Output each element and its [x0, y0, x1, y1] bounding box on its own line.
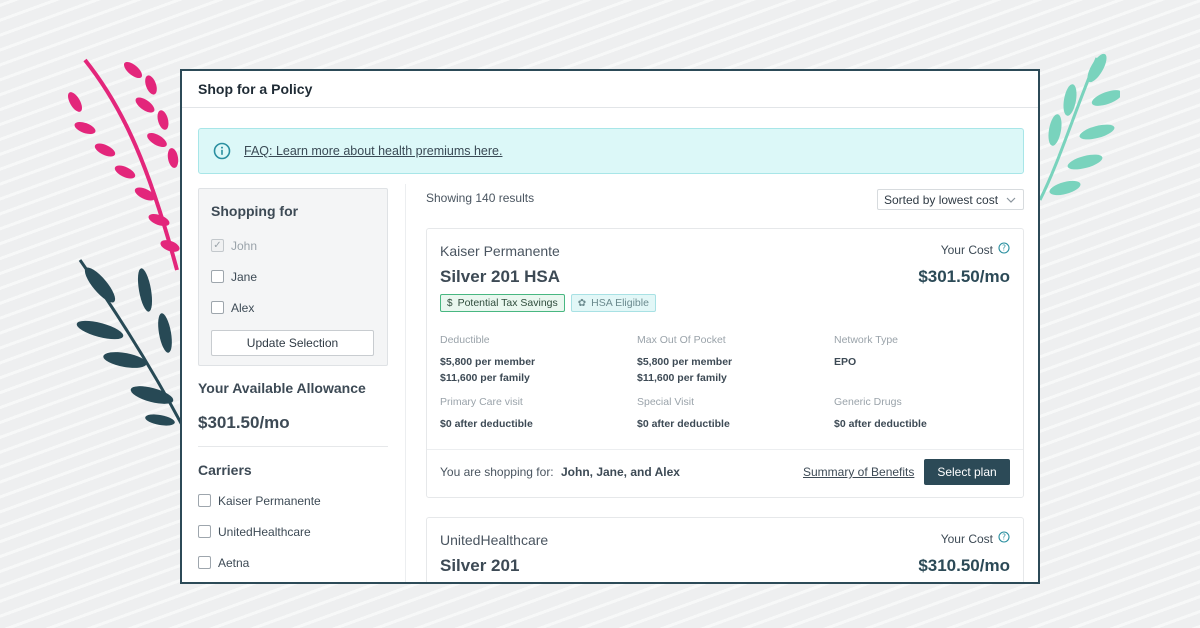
- carrier-filter-kaiser[interactable]: Kaiser Permanente: [198, 485, 321, 516]
- member-checkbox-john[interactable]: ✓: [211, 239, 224, 252]
- teal-branch-decoration: [1038, 53, 1120, 201]
- chevron-down-icon: [1006, 194, 1016, 208]
- plan-card: UnitedHealthcare Silver 201 Your Cost ? …: [426, 517, 1024, 582]
- member-row-jane[interactable]: Jane: [211, 261, 375, 292]
- member-label-john: John: [231, 238, 258, 253]
- carrier-label-aetna: Aetna: [218, 555, 250, 570]
- carrier-filter-aetna[interactable]: Aetna: [198, 547, 321, 578]
- plan-price: $301.50/mo: [918, 267, 1010, 286]
- update-selection-button[interactable]: Update Selection: [211, 330, 374, 356]
- tax-savings-label: Potential Tax Savings: [457, 297, 558, 309]
- member-row-john[interactable]: ✓ John: [211, 230, 375, 261]
- carriers-list: Kaiser Permanente UnitedHealthcare Aetna: [198, 485, 321, 578]
- tax-savings-badge: $ Potential Tax Savings: [440, 294, 565, 312]
- detail-deductible: Deductible $5,800 per member $11,600 per…: [440, 334, 620, 386]
- window-title: Shop for a Policy: [182, 71, 1038, 108]
- detail-label: Deductible: [440, 334, 490, 346]
- shopping-for-summary: You are shopping for: John, Jane, and Al…: [440, 465, 680, 479]
- svg-text:?: ?: [1002, 244, 1006, 253]
- plan-price: $310.50/mo: [918, 556, 1010, 575]
- detail-value: $5,800 per member: [440, 356, 536, 368]
- your-cost-label-row: Your Cost ?: [941, 242, 1010, 257]
- detail-value: EPO: [834, 356, 857, 368]
- member-label-alex: Alex: [231, 300, 255, 315]
- detail-special-visit: Special Visit $0 after deductible: [637, 396, 817, 432]
- allowance-value: $301.50/mo: [198, 413, 290, 432]
- plan-name: Silver 201 HSA: [440, 267, 561, 286]
- detail-value: $11,600 per family: [440, 372, 530, 384]
- your-cost-label-row: Your Cost ?: [941, 531, 1010, 546]
- detail-generic-drugs: Generic Drugs $0 after deductible: [834, 396, 1014, 432]
- carrier-filter-unitedhealthcare[interactable]: UnitedHealthcare: [198, 516, 321, 547]
- your-cost-label: Your Cost: [940, 242, 993, 257]
- member-row-alex[interactable]: Alex: [211, 292, 375, 323]
- sort-dropdown[interactable]: Sorted by lowest cost: [877, 189, 1024, 210]
- detail-value: $0 after deductible: [440, 418, 533, 430]
- shopping-for-panel: Shopping for ✓ John Jane Alex Update Sel…: [198, 188, 388, 366]
- plan-tags: $ Potential Tax Savings ✿ HSA Eligible: [440, 294, 656, 312]
- detail-label: Generic Drugs: [834, 396, 902, 408]
- detail-label: Max Out Of Pocket: [637, 334, 726, 346]
- allowance-title: Your Available Allowance: [198, 380, 366, 396]
- detail-max-oop: Max Out Of Pocket $5,800 per member $11,…: [637, 334, 817, 386]
- hsa-icon: ✿: [577, 297, 587, 309]
- plan-carrier: Kaiser Permanente: [440, 243, 560, 259]
- faq-link[interactable]: FAQ: Learn more about health premiums he…: [244, 144, 502, 158]
- member-label-jane: Jane: [231, 269, 258, 284]
- carrier-label-unitedhealthcare: UnitedHealthcare: [218, 524, 311, 539]
- sort-dropdown-value: Sorted by lowest cost: [884, 192, 999, 207]
- plan-name: Silver 201: [440, 556, 520, 575]
- hsa-eligible-badge: ✿ HSA Eligible: [570, 294, 656, 312]
- detail-value: $0 after deductible: [637, 418, 730, 430]
- results-count: Showing 140 results: [426, 191, 535, 205]
- detail-value: $0 after deductible: [834, 418, 927, 430]
- dark-branch-decoration: [76, 259, 184, 426]
- detail-label: Network Type: [834, 334, 898, 346]
- shopping-for-names: John, Jane, and Alex: [561, 465, 680, 479]
- member-checkbox-jane[interactable]: [211, 270, 224, 283]
- shopping-for-title: Shopping for: [211, 203, 299, 219]
- help-icon[interactable]: ?: [998, 531, 1010, 546]
- faq-banner: FAQ: Learn more about health premiums he…: [198, 128, 1024, 174]
- detail-value: $5,800 per member: [637, 356, 733, 368]
- hsa-eligible-label: HSA Eligible: [591, 297, 649, 309]
- carrier-checkbox-kaiser[interactable]: [198, 494, 211, 507]
- card-divider: [427, 449, 1023, 450]
- plan-card: Kaiser Permanente Silver 201 HSA Your Co…: [426, 228, 1024, 498]
- carrier-checkbox-unitedhealthcare[interactable]: [198, 525, 211, 538]
- column-divider: [405, 184, 406, 582]
- carrier-label-kaiser: Kaiser Permanente: [218, 493, 321, 508]
- detail-value: $11,600 per family: [637, 372, 727, 384]
- pink-branch-decoration: [68, 58, 180, 271]
- your-cost-label: Your Cost: [940, 531, 993, 546]
- svg-text:?: ?: [1002, 533, 1006, 542]
- shopping-for-label: You are shopping for:: [440, 465, 554, 479]
- plan-carrier: UnitedHealthcare: [440, 532, 549, 548]
- member-checkbox-alex[interactable]: [211, 301, 224, 314]
- dollar-icon: $: [447, 297, 453, 309]
- info-icon: [213, 142, 231, 160]
- shop-policy-window: Shop for a Policy FAQ: Learn more about …: [180, 69, 1040, 584]
- help-icon[interactable]: ?: [998, 242, 1010, 257]
- detail-label: Special Visit: [637, 396, 695, 408]
- detail-primary-care: Primary Care visit $0 after deductible: [440, 396, 620, 432]
- detail-network-type: Network Type EPO: [834, 334, 1014, 370]
- carrier-checkbox-aetna[interactable]: [198, 556, 211, 569]
- detail-label: Primary Care visit: [440, 396, 523, 408]
- summary-of-benefits-link[interactable]: Summary of Benefits: [803, 465, 914, 479]
- carriers-title: Carriers: [198, 462, 252, 478]
- select-plan-button[interactable]: Select plan: [924, 459, 1010, 485]
- sidebar-divider: [198, 446, 388, 447]
